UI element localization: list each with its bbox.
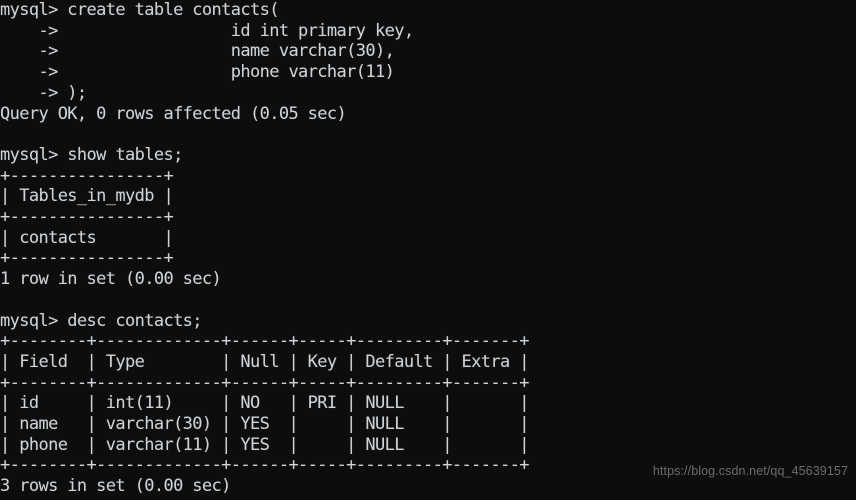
- terminal-window[interactable]: mysql> create table contacts( -> id int …: [0, 0, 856, 500]
- csdn-watermark: https://blog.csdn.net/qq_45639157: [652, 464, 848, 478]
- console-output[interactable]: mysql> create table contacts( -> id int …: [0, 0, 529, 497]
